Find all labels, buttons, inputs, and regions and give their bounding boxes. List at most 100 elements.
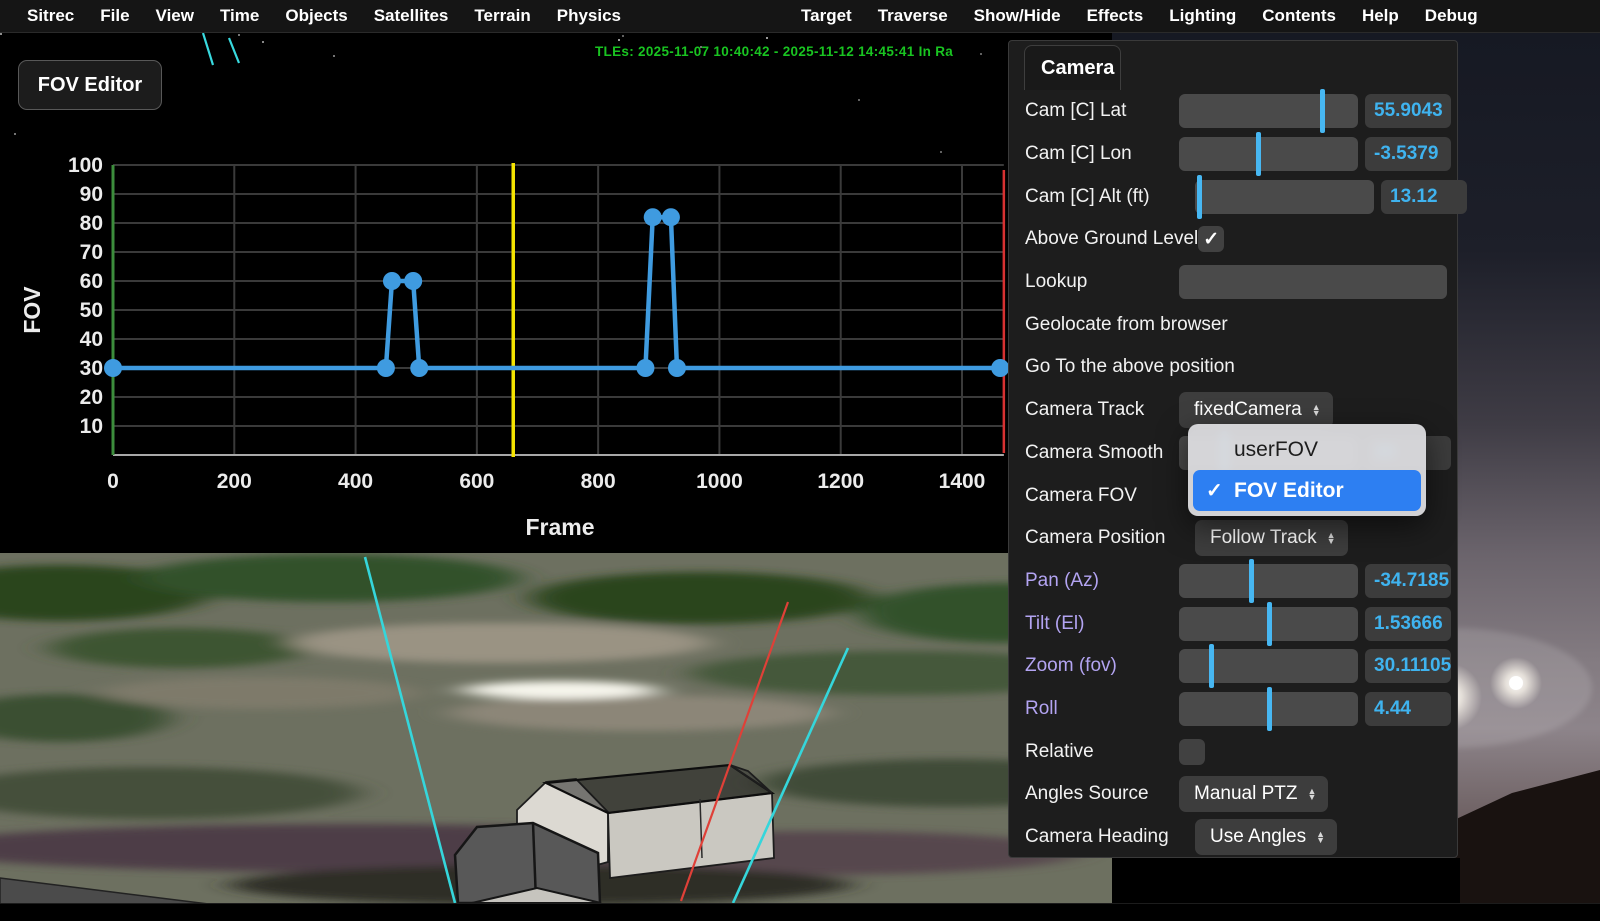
menu-item-physics[interactable]: Physics [544,0,634,33]
updown-arrows-icon: ▲▼ [1316,831,1325,844]
camera-panel-tab-label: Camera [1041,57,1114,80]
cam-alt-slider[interactable] [1195,180,1374,214]
fov-point-6[interactable] [644,208,662,226]
svg-text:800: 800 [581,470,616,493]
menu-item-lighting[interactable]: Lighting [1156,0,1249,33]
menu-item-show-hide[interactable]: Show/Hide [961,0,1074,33]
camera-track-select[interactable]: fixedCamera▲▼ [1179,392,1333,428]
dropdown-item-userfov[interactable]: userFOV [1193,429,1421,470]
menu-item-debug[interactable]: Debug [1412,0,1491,33]
cam-alt-label: Cam [C] Alt (ft) [1025,186,1195,208]
row-zoom-fov: Zoom (fov)30.11105 [1009,645,1457,688]
fov-point-4[interactable] [410,359,428,377]
svg-text:60: 60 [80,270,103,293]
svg-text:600: 600 [459,470,494,493]
camera-track-select-value: fixedCamera [1194,399,1302,421]
fov-point-3[interactable] [404,272,422,290]
menu-item-sitrec[interactable]: Sitrec [14,0,87,33]
camera-heading-select-value: Use Angles [1210,826,1306,848]
relative-checkbox[interactable] [1179,739,1205,765]
roll-value[interactable]: 4.44 [1365,692,1451,726]
fov-point-9[interactable] [991,359,1008,377]
row-lookup: Lookup [1009,261,1457,304]
row-pan-az: Pan (Az) -34.7185 [1009,560,1457,603]
cam-lon-slider-cursor[interactable] [1256,132,1261,176]
svg-text:1400: 1400 [939,470,986,493]
pan-az-value[interactable]: -34.7185 [1365,564,1451,598]
terrain-3d-view[interactable] [0,553,1112,903]
svg-text:10: 10 [80,415,103,438]
camera-position-select[interactable]: Follow Track▲▼ [1195,520,1348,556]
row-geolocate[interactable]: Geolocate from browser [1009,303,1457,346]
svg-text:20: 20 [80,386,103,409]
fov-point-1[interactable] [377,359,395,377]
geolocate-label[interactable]: Geolocate from browser [1025,314,1228,336]
camera-fov-label: Camera FOV [1025,485,1179,507]
menu-item-file[interactable]: File [87,0,142,33]
dropdown-item-fov-editor[interactable]: ✓FOV Editor [1193,470,1421,511]
menu-item-terrain[interactable]: Terrain [461,0,543,33]
updown-arrows-icon: ▲▼ [1327,532,1336,545]
cam-alt-slider-cursor[interactable] [1197,175,1202,219]
pan-az-label: Pan (Az) [1025,570,1179,592]
fov-point-5[interactable] [636,359,654,377]
fov-point-0[interactable] [104,359,122,377]
roll-slider-cursor[interactable] [1267,687,1272,731]
svg-text:1000: 1000 [696,470,743,493]
row-goto-position[interactable]: Go To the above position [1009,346,1457,389]
roll-label: Roll [1025,698,1179,720]
above-ground-level-label: Above Ground Level [1025,228,1198,250]
menu-item-traverse[interactable]: Traverse [865,0,961,33]
svg-text:90: 90 [80,183,103,206]
fov-point-8[interactable] [668,359,686,377]
zoom-fov-slider-cursor[interactable] [1209,644,1214,688]
dropdown-item-label: userFOV [1234,438,1318,462]
row-angles-source: Angles SourceManual PTZ▲▼ [1009,773,1457,816]
fov-editor-tab[interactable]: FOV Editor [18,60,162,110]
goto-position-label[interactable]: Go To the above position [1025,356,1235,378]
angles-source-select-value: Manual PTZ [1194,783,1297,805]
pan-az-slider-cursor[interactable] [1249,559,1254,603]
x-axis-label: Frame [525,514,594,540]
svg-text:80: 80 [80,212,103,235]
menu-group-left: SitrecFileViewTimeObjectsSatellitesTerra… [0,0,634,32]
zoom-fov-value[interactable]: 30.11105 [1365,649,1451,683]
menu-item-time[interactable]: Time [207,0,272,33]
cam-lat-value[interactable]: 55.9043 [1365,94,1451,128]
pan-az-slider[interactable] [1179,564,1358,598]
cam-lat-slider[interactable] [1179,94,1358,128]
tilt-el-value[interactable]: 1.53666 [1365,607,1451,641]
fov-point-2[interactable] [383,272,401,290]
svg-text:1200: 1200 [817,470,864,493]
row-cam-lon: Cam [C] Lon-3.5379 [1009,133,1457,176]
updown-arrows-icon: ▲▼ [1307,788,1316,801]
menu-item-help[interactable]: Help [1349,0,1412,33]
zoom-fov-slider[interactable] [1179,649,1358,683]
lookup-input[interactable] [1179,265,1447,299]
menu-item-effects[interactable]: Effects [1074,0,1157,33]
cam-lat-label: Cam [C] Lat [1025,100,1179,122]
cam-lon-slider[interactable] [1179,137,1358,171]
menu-item-view[interactable]: View [143,0,207,33]
svg-text:0: 0 [107,470,119,493]
above-ground-level-checkbox[interactable]: ✓ [1198,226,1224,252]
fov-point-7[interactable] [662,208,680,226]
tilt-el-slider[interactable] [1179,607,1358,641]
angles-source-select[interactable]: Manual PTZ ▲▼ [1179,776,1328,812]
menu-item-contents[interactable]: Contents [1249,0,1349,33]
fov-curve [113,217,1000,368]
roll-slider[interactable] [1179,692,1358,726]
camera-heading-select[interactable]: Use Angles ▲▼ [1195,819,1337,855]
menu-item-target[interactable]: Target [788,0,865,33]
camera-track-label: Camera Track [1025,399,1179,421]
y-axis-label: FOV [19,286,45,334]
menu-item-satellites[interactable]: Satellites [361,0,462,33]
cam-alt-value[interactable]: 13.12 [1381,180,1467,214]
camera-panel-tab[interactable]: Camera [1024,45,1121,90]
tilt-el-label: Tilt (El) [1025,613,1179,635]
tilt-el-slider-cursor[interactable] [1267,602,1272,646]
cam-lat-slider-cursor[interactable] [1320,89,1325,133]
fov-editor-chart[interactable]: 1020304050607080901000200400600800100012… [0,33,1008,553]
cam-lon-value[interactable]: -3.5379 [1365,137,1451,171]
menu-item-objects[interactable]: Objects [272,0,360,33]
